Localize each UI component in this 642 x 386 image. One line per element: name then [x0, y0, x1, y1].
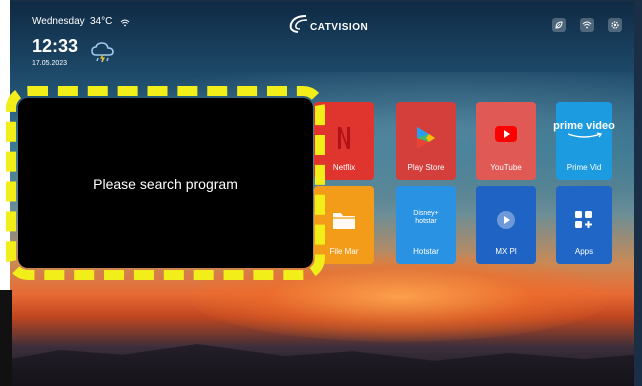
settings-icon[interactable]: [608, 18, 622, 32]
netflix-icon: [337, 126, 351, 152]
app-label: Play Store: [407, 163, 445, 172]
catvision-logo-icon: [289, 15, 308, 33]
app-label: MX Pl: [495, 247, 517, 256]
app-tile-prime-video[interactable]: prime video Prime Vid: [553, 102, 615, 180]
popup-message: Please search program: [93, 176, 238, 192]
youtube-icon: [495, 126, 517, 144]
wifi-status-icon: [120, 15, 130, 27]
app-tile-hotstar[interactable]: Disney+ hotstar Hotstar: [396, 186, 456, 264]
app-tile-mx-player[interactable]: MX Pl: [476, 186, 536, 264]
play-store-icon: [415, 126, 437, 152]
app-tile-netflix[interactable]: Netflix: [314, 102, 374, 180]
logo-text: CATVISION: [310, 22, 369, 33]
apps-icon: [574, 210, 594, 232]
day-label: Wednesday: [32, 16, 85, 27]
app-label: Apps: [574, 247, 594, 256]
app-label: Prime Vid: [566, 163, 602, 172]
prime-video-icon: prime video: [553, 120, 615, 140]
frame-corner: [0, 290, 12, 386]
app-tile-play-store[interactable]: Play Store: [396, 102, 456, 180]
leaf-icon[interactable]: [552, 18, 566, 32]
hotstar-icon: Disney+ hotstar: [413, 210, 439, 225]
wifi-icon[interactable]: [580, 18, 594, 32]
folder-icon: [332, 210, 356, 232]
catvision-logo: CATVISION: [288, 12, 378, 38]
cloud-rain-icon: [90, 40, 116, 66]
app-tile-youtube[interactable]: YouTube: [476, 102, 536, 180]
app-label: YouTube: [490, 163, 522, 172]
app-label: File Mar: [329, 247, 359, 256]
app-tile-file-manager[interactable]: File Mar: [314, 186, 374, 264]
app-label: Netflix: [332, 163, 356, 172]
temperature-label: 34°C: [90, 16, 113, 27]
mx-player-icon: [496, 210, 516, 232]
clock-time: 12:33: [32, 36, 79, 56]
search-popup[interactable]: Please search program: [6, 86, 325, 280]
app-tile-apps[interactable]: Apps: [556, 186, 612, 264]
clock-date: 17.05.2023: [32, 60, 68, 67]
app-label: Hotstar: [413, 247, 439, 256]
